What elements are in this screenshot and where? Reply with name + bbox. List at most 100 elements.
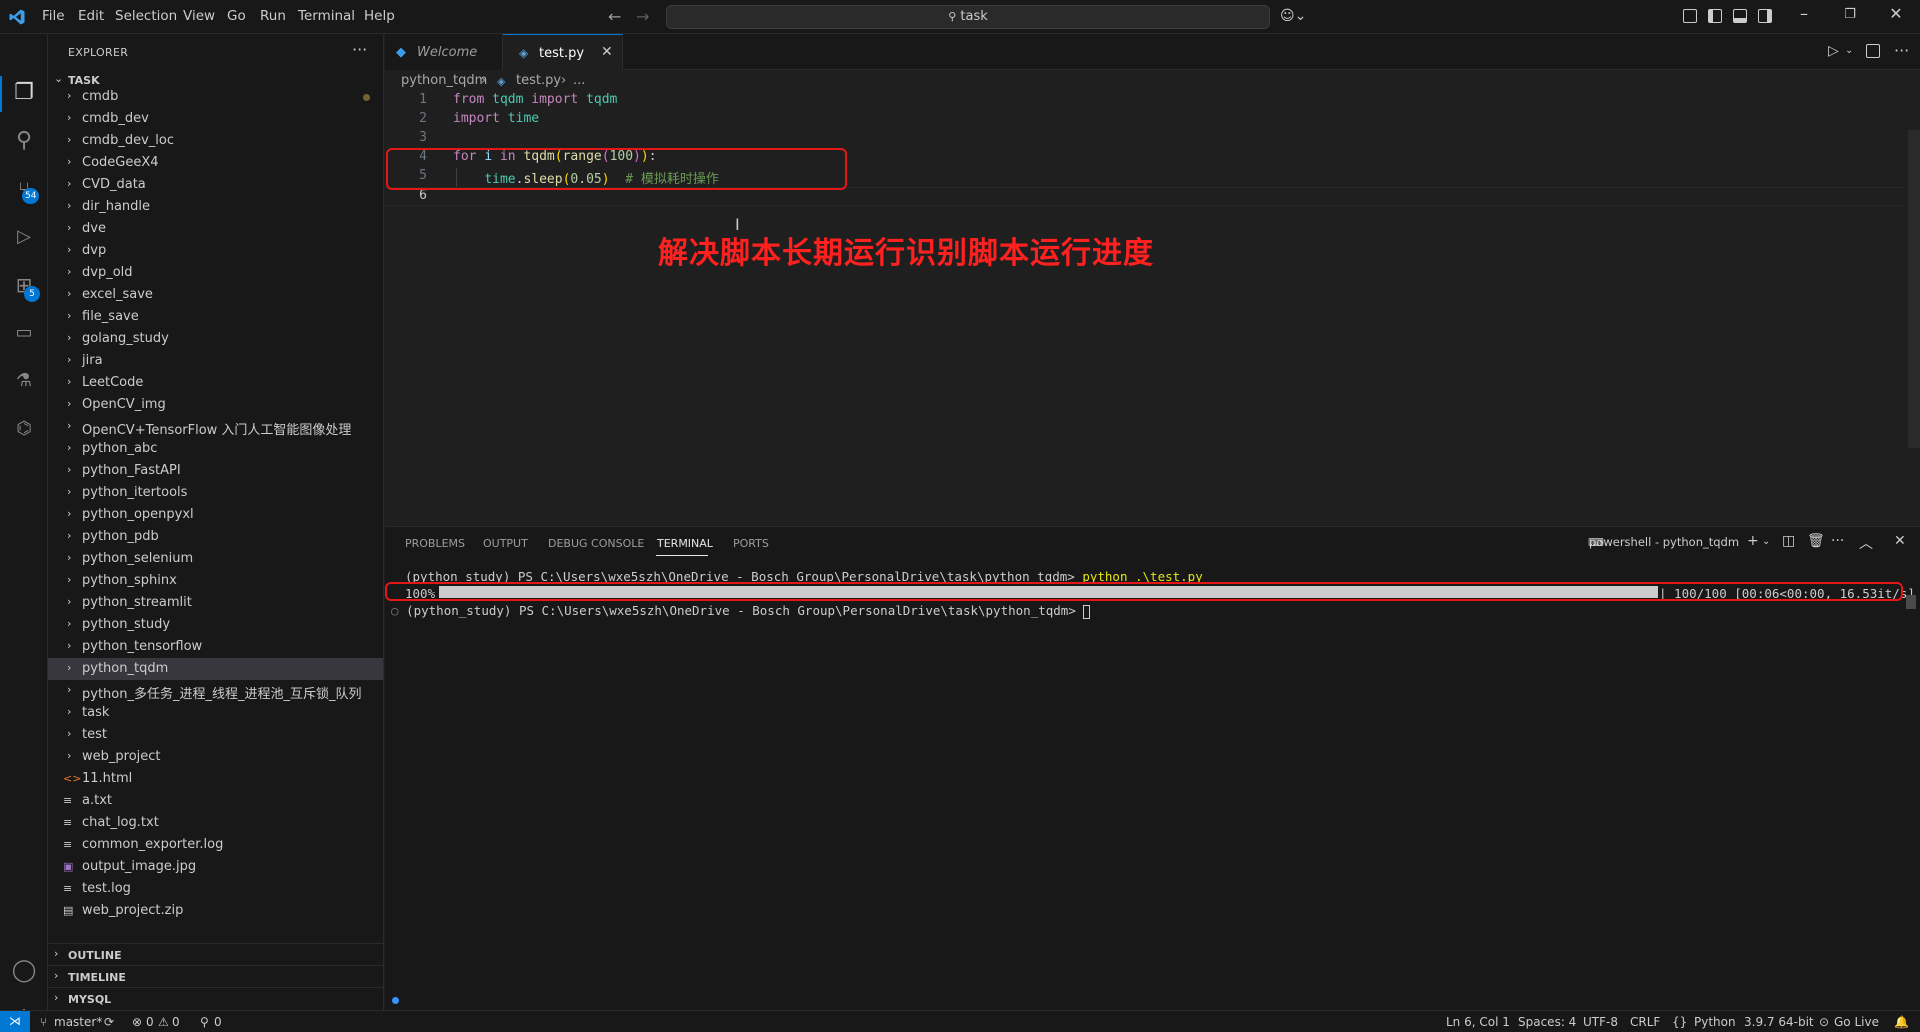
restore-icon[interactable]: ❐ <box>1827 7 1873 22</box>
language-mode[interactable]: Python <box>1694 1015 1736 1029</box>
command-center-search[interactable]: ⚲ task <box>666 5 1270 29</box>
toggle-primary-sidebar-icon[interactable] <box>1708 9 1722 23</box>
tree-folder[interactable]: › OpenCV_img <box>48 394 383 416</box>
tree-folder[interactable]: › cmdb <box>48 86 383 108</box>
new-terminal-plus-icon[interactable]: + <box>1747 533 1759 549</box>
tree-folder[interactable]: › cmdb_dev <box>48 108 383 130</box>
timeline-section[interactable]: › TIMELINE <box>48 965 383 987</box>
encoding[interactable]: UTF-8 <box>1583 1015 1618 1029</box>
tree-folder[interactable]: › excel_save <box>48 284 383 306</box>
more-actions-icon[interactable]: ··· <box>352 40 367 59</box>
breadcrumb-folder[interactable]: python_tqdm <box>401 73 487 88</box>
close-tab-icon[interactable]: ✕ <box>601 44 613 60</box>
trash-icon[interactable]: 🗑 <box>1807 533 1825 549</box>
tree-file[interactable]: ≡ test.log <box>48 878 383 900</box>
breadcrumb-file[interactable]: test.py <box>516 73 561 88</box>
tree-folder[interactable]: › task <box>48 702 383 724</box>
tree-file[interactable]: ≡ a.txt <box>48 790 383 812</box>
back-arrow-icon[interactable]: ← <box>608 7 621 26</box>
tree-file[interactable]: ≡ chat_log.txt <box>48 812 383 834</box>
toggle-secondary-sidebar-icon[interactable] <box>1758 9 1772 23</box>
tree-folder[interactable]: › jira <box>48 350 383 372</box>
tree-folder[interactable]: › cmdb_dev_loc <box>48 130 383 152</box>
tree-folder[interactable]: › dvp <box>48 240 383 262</box>
tree-folder[interactable]: › dve <box>48 218 383 240</box>
run-python-file-icon[interactable]: ▷ <box>1828 43 1839 59</box>
minimize-icon[interactable]: – <box>1781 4 1827 23</box>
tree-folder[interactable]: › python_study <box>48 614 383 636</box>
tree-folder[interactable]: › dir_handle <box>48 196 383 218</box>
tab-test-py[interactable]: ◈ test.py ✕ <box>503 34 623 70</box>
tree-folder[interactable]: › golang_study <box>48 328 383 350</box>
branch-name[interactable]: master* <box>54 1015 102 1029</box>
run-debug-icon[interactable]: ▷ <box>11 224 37 250</box>
tree-file[interactable]: ▣ output_image.jpg <box>48 856 383 878</box>
menu-selection[interactable]: Selection <box>115 8 177 24</box>
chevron-down-icon[interactable]: ⌄ <box>1845 45 1853 56</box>
tree-folder[interactable]: › LeetCode <box>48 372 383 394</box>
error-count[interactable]: 0 <box>146 1015 154 1029</box>
more-actions-icon[interactable]: ··· <box>1894 41 1909 60</box>
tab-welcome[interactable]: ◆ Welcome <box>385 34 503 70</box>
menu-terminal[interactable]: Terminal <box>298 8 355 24</box>
account-icon[interactable]: ◯ <box>11 958 37 984</box>
outline-section[interactable]: › OUTLINE <box>48 943 383 965</box>
remote-indicator-icon[interactable]: ⋊ <box>0 1011 30 1032</box>
tree-folder[interactable]: › CVD_data <box>48 174 383 196</box>
close-window-icon[interactable]: ✕ <box>1873 4 1919 23</box>
tree-folder[interactable]: › CodeGeeX4 <box>48 152 383 174</box>
menu-go[interactable]: Go <box>227 8 246 24</box>
tree-folder[interactable]: › python_selenium <box>48 548 383 570</box>
tab-problems[interactable]: PROBLEMS <box>405 537 465 550</box>
go-live-button[interactable]: Go Live <box>1834 1015 1879 1029</box>
tab-ports[interactable]: PORTS <box>733 537 769 550</box>
testing-flask-icon[interactable]: ⚗ <box>11 368 37 394</box>
copilot-icon[interactable]: ☺⌄ <box>1280 8 1306 24</box>
tree-folder[interactable]: › OpenCV+TensorFlow 入门人工智能图像处理 <box>48 416 383 438</box>
cursor-position[interactable]: Ln 6, Col 1 <box>1446 1015 1510 1029</box>
menu-view[interactable]: View <box>183 8 215 24</box>
close-panel-icon[interactable]: ✕ <box>1894 533 1906 549</box>
tree-folder[interactable]: › test <box>48 724 383 746</box>
tree-folder[interactable]: › dvp_old <box>48 262 383 284</box>
tree-file[interactable]: <> 11.html <box>48 768 383 790</box>
tree-folder[interactable]: › python_abc <box>48 438 383 460</box>
tree-file[interactable]: ▤ web_project.zip <box>48 900 383 922</box>
terminal-scrollbar[interactable] <box>1906 595 1916 609</box>
tree-folder[interactable]: › python_tqdm <box>48 658 383 680</box>
tree-folder[interactable]: › python_tensorflow <box>48 636 383 658</box>
tab-output[interactable]: OUTPUT <box>483 537 528 550</box>
split-terminal-icon[interactable]: ◫ <box>1782 533 1795 549</box>
toggle-panel-icon[interactable] <box>1733 9 1747 23</box>
more-actions-icon[interactable]: ··· <box>1831 533 1844 549</box>
tab-terminal[interactable]: TERMINAL <box>657 537 713 550</box>
search-icon[interactable]: ⚲ <box>11 128 37 154</box>
menu-help[interactable]: Help <box>364 8 395 24</box>
menu-run[interactable]: Run <box>260 8 286 24</box>
explorer-files-icon[interactable]: ❐ <box>11 80 37 106</box>
warning-count[interactable]: 0 <box>172 1015 180 1029</box>
tree-folder[interactable]: › python_streamlit <box>48 592 383 614</box>
tree-folder[interactable]: › python_itertools <box>48 482 383 504</box>
tree-folder[interactable]: › python_openpyxl <box>48 504 383 526</box>
menu-edit[interactable]: Edit <box>78 8 104 24</box>
forward-arrow-icon[interactable]: → <box>636 7 649 26</box>
customize-layout-icon[interactable] <box>1683 9 1697 23</box>
tree-folder[interactable]: › python_多任务_进程_线程_进程池_互斥锁_队列 <box>48 680 383 702</box>
tree-folder[interactable]: › python_FastAPI <box>48 460 383 482</box>
terminal-instance-name[interactable]: powershell - python_tqdm <box>1589 535 1739 549</box>
maximize-panel-icon[interactable]: ︿ <box>1859 533 1873 553</box>
mysql-section[interactable]: › MYSQL <box>48 987 383 1009</box>
tree-folder[interactable]: › python_pdb <box>48 526 383 548</box>
ports-count[interactable]: 0 <box>214 1015 222 1029</box>
python-interpreter[interactable]: 3.9.7 64-bit <box>1744 1015 1814 1029</box>
tree-folder[interactable]: › python_sphinx <box>48 570 383 592</box>
breadcrumb-more[interactable]: ... <box>573 73 585 88</box>
sync-icon[interactable]: ⟳ <box>104 1015 114 1029</box>
split-editor-icon[interactable] <box>1866 44 1880 58</box>
notifications-bell-icon[interactable]: 🔔 <box>1894 1015 1909 1029</box>
tree-folder[interactable]: › web_project <box>48 746 383 768</box>
editor-scrollbar[interactable] <box>1908 130 1920 448</box>
tree-file[interactable]: ≡ common_exporter.log <box>48 834 383 856</box>
line-ending[interactable]: CRLF <box>1630 1015 1660 1029</box>
